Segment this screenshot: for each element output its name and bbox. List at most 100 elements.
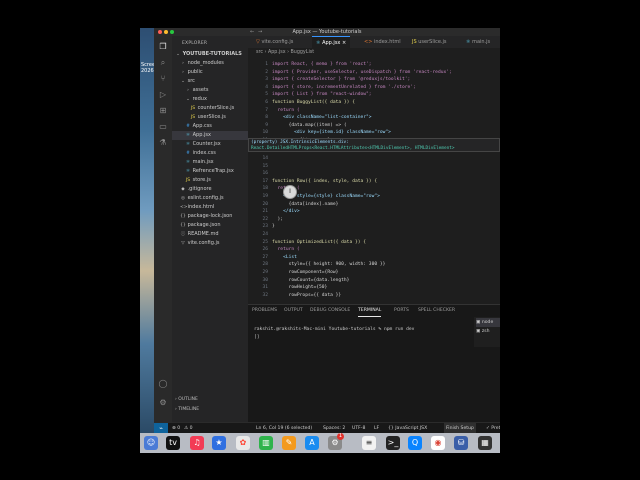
timeline-section[interactable]: › TIMELINE bbox=[172, 405, 248, 414]
code-line[interactable]: </div> bbox=[272, 209, 300, 214]
line-number: 1 bbox=[265, 62, 268, 67]
tree-item[interactable]: JS userSlice.js bbox=[172, 113, 248, 122]
file-type-icon: <> bbox=[180, 205, 188, 210]
code-line[interactable]: return ( bbox=[272, 247, 300, 252]
tree-item[interactable]: › public bbox=[172, 68, 248, 77]
chrome-icon[interactable]: ◉ bbox=[431, 436, 445, 450]
tree-item[interactable]: ◆ .gitignore bbox=[172, 185, 248, 194]
run-debug-icon[interactable]: ▷ bbox=[158, 90, 168, 100]
panel-tab-terminal[interactable]: TERMINAL bbox=[358, 306, 382, 317]
tab-viteconfigjs[interactable]: ▽ vite.config.js bbox=[252, 36, 297, 48]
panel-tab-debug-console[interactable]: DEBUG CONSOLE bbox=[310, 306, 350, 316]
panel-tab-problems[interactable]: PROBLEMS bbox=[252, 306, 277, 316]
code-line[interactable]: import { Provider, useSelector, useDispa… bbox=[272, 70, 452, 75]
code-line[interactable]: function BuggyList({ data }) { bbox=[272, 100, 355, 105]
code-line[interactable]: {data.map((item) => ( bbox=[272, 123, 347, 128]
apple-tv-icon[interactable]: tv bbox=[166, 436, 180, 450]
outline-section[interactable]: › OUTLINE bbox=[172, 395, 248, 404]
tree-item-label: store.js bbox=[192, 177, 211, 183]
tree-item[interactable]: › node_modules bbox=[172, 59, 248, 68]
code-line[interactable]: rowHeight={50} bbox=[272, 285, 328, 290]
tree-item[interactable]: ⌄ src bbox=[172, 77, 248, 86]
file-type-icon: ◆ bbox=[181, 187, 185, 192]
terminal-app-icon[interactable]: >_ bbox=[386, 436, 400, 450]
tree-item[interactable]: JS counterSlice.js bbox=[172, 104, 248, 113]
tree-item[interactable]: JS store.js bbox=[172, 176, 248, 185]
code-line[interactable]: function OptimizedList({ data }) { bbox=[272, 240, 366, 245]
disk-utility-icon[interactable]: ⛁ bbox=[454, 436, 468, 450]
tree-item[interactable]: <> index.html bbox=[172, 203, 248, 212]
remote-explorer-icon[interactable]: ▭ bbox=[158, 122, 168, 132]
settings-gear-icon[interactable]: ⚙ bbox=[158, 398, 168, 408]
quicktime-icon[interactable]: Q bbox=[408, 436, 422, 450]
desktop-file-label[interactable]: Scree 2026 bbox=[141, 62, 155, 74]
tree-item[interactable]: ⓘ README.md bbox=[172, 230, 248, 239]
code-line[interactable]: import { List } from "react-window"; bbox=[272, 92, 372, 97]
numbers-icon[interactable]: ▥ bbox=[259, 436, 273, 450]
code-line[interactable]: import React, { memo } from 'react'; bbox=[272, 62, 372, 67]
code-line[interactable]: rowComponent={Row} bbox=[272, 270, 339, 275]
code-line[interactable]: } bbox=[272, 224, 275, 229]
code-line[interactable]: <List bbox=[272, 255, 297, 260]
file-type-icon: ⚛ bbox=[185, 160, 191, 165]
terminal-cursor-line: [] bbox=[254, 335, 260, 340]
testing-icon[interactable]: ⚗ bbox=[158, 138, 168, 148]
breadcrumb[interactable]: src › App.jsx › BuggyList bbox=[248, 48, 500, 58]
tree-item[interactable]: ⌄ YOUTUBE-TUTORIALS bbox=[172, 50, 248, 59]
code-line[interactable]: style={{ height: 900, width: 300 }} bbox=[272, 262, 386, 267]
keynote-icon[interactable]: ★ bbox=[212, 436, 226, 450]
screen-recording-icon[interactable]: ▦ bbox=[478, 436, 492, 450]
tree-item[interactable]: ▽ vite.config.js bbox=[172, 239, 248, 248]
finder-icon[interactable]: ☺ bbox=[144, 436, 158, 450]
code-line[interactable]: function Row({ index, style, data }) { bbox=[272, 179, 377, 184]
tab-mainjs[interactable]: ⚛ main.js bbox=[462, 36, 494, 48]
tab-file-icon: <> bbox=[364, 39, 373, 45]
code-line[interactable]: rowProps={{ data }} bbox=[272, 293, 342, 298]
file-type-icon: # bbox=[186, 151, 190, 156]
line-number: 24 bbox=[262, 232, 268, 237]
code-line[interactable]: rowCount={data.length} bbox=[272, 278, 350, 283]
terminal-item-node[interactable]: ▣ node bbox=[476, 318, 500, 327]
panel-tab-output[interactable]: OUTPUT bbox=[284, 306, 303, 316]
tab-userslicejs[interactable]: JS userSlice.js bbox=[408, 36, 451, 48]
tree-item[interactable]: ⌄ redux bbox=[172, 95, 248, 104]
panel-tab-spell-checker[interactable]: SPELL CHECKER bbox=[418, 306, 455, 316]
pages-icon[interactable]: ✎ bbox=[282, 436, 296, 450]
notes-icon[interactable]: ≡ bbox=[362, 436, 376, 450]
tree-item[interactable]: # App.css bbox=[172, 122, 248, 131]
tree-item[interactable]: # index.css bbox=[172, 149, 248, 158]
tree-item[interactable]: {} package.json bbox=[172, 221, 248, 230]
tab-indexhtml[interactable]: <> index.html bbox=[360, 36, 405, 48]
tree-item[interactable]: ⚛ App.jsx bbox=[172, 131, 248, 140]
source-control-icon[interactable]: ⑂ bbox=[158, 74, 168, 84]
tree-item[interactable]: › assets bbox=[172, 86, 248, 95]
tree-item[interactable]: ⚛ main.jsx bbox=[172, 158, 248, 167]
tree-item[interactable]: ⚛ RefrenceTrap.jsx bbox=[172, 167, 248, 176]
code-line[interactable]: {data[index].name} bbox=[272, 202, 339, 207]
panel-tab-ports[interactable]: PORTS bbox=[394, 306, 409, 316]
search-icon[interactable]: ⌕ bbox=[158, 58, 168, 68]
line-number: 20 bbox=[262, 201, 268, 207]
tree-item[interactable]: ⚛ Counter.jsx bbox=[172, 140, 248, 149]
code-line[interactable]: <div className="list-container"> bbox=[272, 115, 372, 120]
extensions-icon[interactable]: ⊞ bbox=[158, 106, 168, 116]
account-icon[interactable]: ◯ bbox=[158, 379, 168, 389]
code-line[interactable]: <div key={item.id} className="row"> bbox=[272, 130, 391, 135]
file-type-icon: ⚛ bbox=[185, 169, 191, 174]
tree-item[interactable]: {} package-lock.json bbox=[172, 212, 248, 221]
code-line[interactable]: ); bbox=[272, 217, 284, 222]
app-store-icon[interactable]: A bbox=[305, 436, 319, 450]
photos-icon[interactable]: ✿ bbox=[236, 436, 250, 450]
explorer-icon[interactable]: ❐ bbox=[158, 42, 168, 52]
tree-item-label: vite.config.js bbox=[187, 240, 220, 246]
code-line[interactable]: return ( bbox=[272, 108, 300, 113]
music-icon[interactable]: ♫ bbox=[190, 436, 204, 450]
close-tab-icon[interactable]: × bbox=[340, 40, 346, 46]
terminal-item-zsh[interactable]: ▣ zsh bbox=[476, 327, 490, 336]
code-line[interactable]: import { createSelector } from '@reduxjs… bbox=[272, 77, 410, 82]
code-line[interactable]: import { store, incrementUnrelated } fro… bbox=[272, 85, 416, 90]
code-editor[interactable]: rowProps={{ data }} 32 rowHeight={50} 31 r… bbox=[248, 58, 500, 304]
tree-item[interactable]: ◎ eslint.config.js bbox=[172, 194, 248, 203]
tree-item-label: userSlice.js bbox=[197, 114, 226, 120]
file-type-icon: JS bbox=[190, 115, 196, 120]
